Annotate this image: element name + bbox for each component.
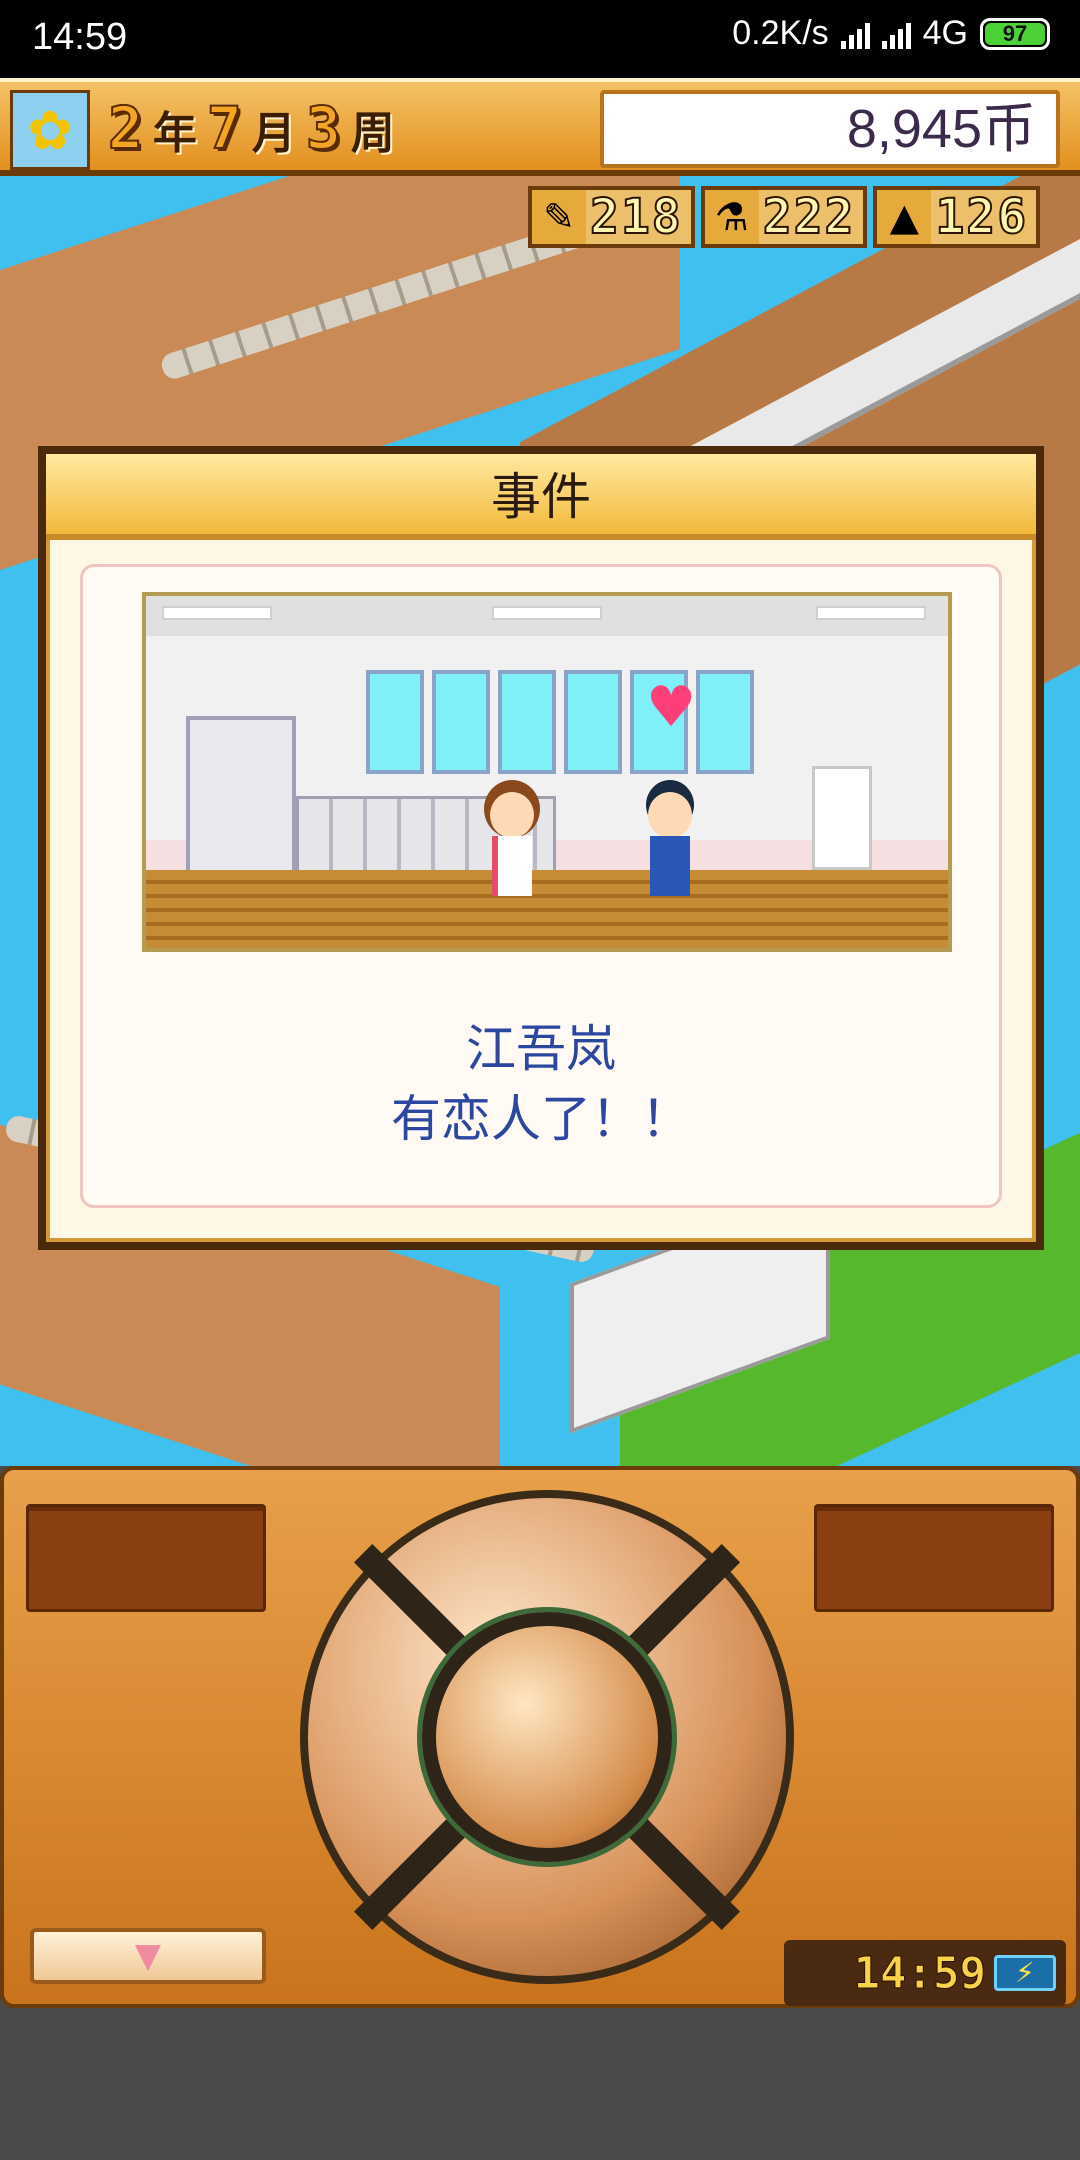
year-unit: 年 — [152, 108, 197, 159]
resource-research-value: 222 — [762, 188, 856, 246]
triangle-down-icon: ▼ — [134, 1936, 162, 1976]
signal-hd-icon — [881, 19, 911, 49]
money-display: 8,945币 — [600, 90, 1060, 168]
resource-bell-value: 126 — [934, 188, 1029, 246]
right-soft-key[interactable] — [814, 1504, 1054, 1612]
student-girl — [482, 792, 542, 912]
status-bar: 14:59 0.2K/s 4G 97 — [0, 0, 1080, 78]
event-message: 江吾岚 有恋人了！！ — [46, 1014, 1036, 1154]
resource-bell: ▲ 126 — [873, 186, 1041, 248]
status-right: 0.2K/s 4G 97 — [732, 14, 1050, 53]
week-number: 3 — [305, 93, 342, 163]
heart-icon: ♥ — [646, 675, 697, 740]
event-dialog[interactable]: 事件 ♥ 江吾岚 有恋人了！！ — [38, 446, 1044, 1250]
event-message-text: 有恋人了！！ — [391, 1090, 691, 1148]
sunflower-icon: ✿ — [10, 90, 90, 170]
game-clock-time: 14:59 — [853, 1947, 986, 1999]
controller-pad: ▼ 14:59 ⚡ — [0, 1466, 1080, 2008]
locker — [186, 716, 296, 876]
student-boy — [640, 792, 700, 912]
signal-icon — [840, 19, 870, 49]
dialog-title: 事件 — [46, 454, 1036, 540]
battery-level: 97 — [1002, 20, 1028, 46]
left-soft-key[interactable] — [26, 1504, 266, 1612]
year-number: 2 — [107, 93, 144, 163]
pencil-icon: ✎ — [532, 190, 586, 244]
week-unit: 周 — [350, 108, 395, 159]
resource-research: ⚗ 222 — [700, 186, 868, 248]
lightning-icon: ⚡ — [994, 1955, 1056, 1991]
network-speed: 0.2K/s — [732, 14, 829, 52]
first-aid-cabinet — [812, 766, 872, 870]
network-type: 4G — [922, 14, 968, 52]
battery-icon: 97 — [980, 17, 1050, 50]
resource-study: ✎ 218 — [528, 186, 695, 248]
game-hud: ✿ 2 年 7 月 3 周 8,945币 — [0, 78, 1080, 176]
event-message-name: 江吾岚 — [466, 1020, 616, 1078]
game-date: 2 年 7 月 3 周 — [107, 93, 395, 163]
bell-icon: ▲ — [877, 190, 932, 244]
event-scene-image: ♥ — [142, 592, 952, 952]
resource-study-value: 218 — [589, 188, 683, 246]
menu-toggle-button[interactable]: ▼ — [30, 1928, 266, 1984]
flask-icon: ⚗ — [704, 190, 759, 244]
status-time: 14:59 — [32, 16, 128, 58]
dpad[interactable] — [300, 1490, 794, 1984]
game-clock: 14:59 ⚡ — [784, 1940, 1066, 2006]
dpad-center-button[interactable] — [422, 1612, 672, 1862]
month-number: 7 — [206, 93, 243, 163]
resource-bar: ✎ 218 ⚗ 222 ▲ 126 — [528, 186, 1041, 248]
month-unit: 月 — [251, 108, 296, 159]
